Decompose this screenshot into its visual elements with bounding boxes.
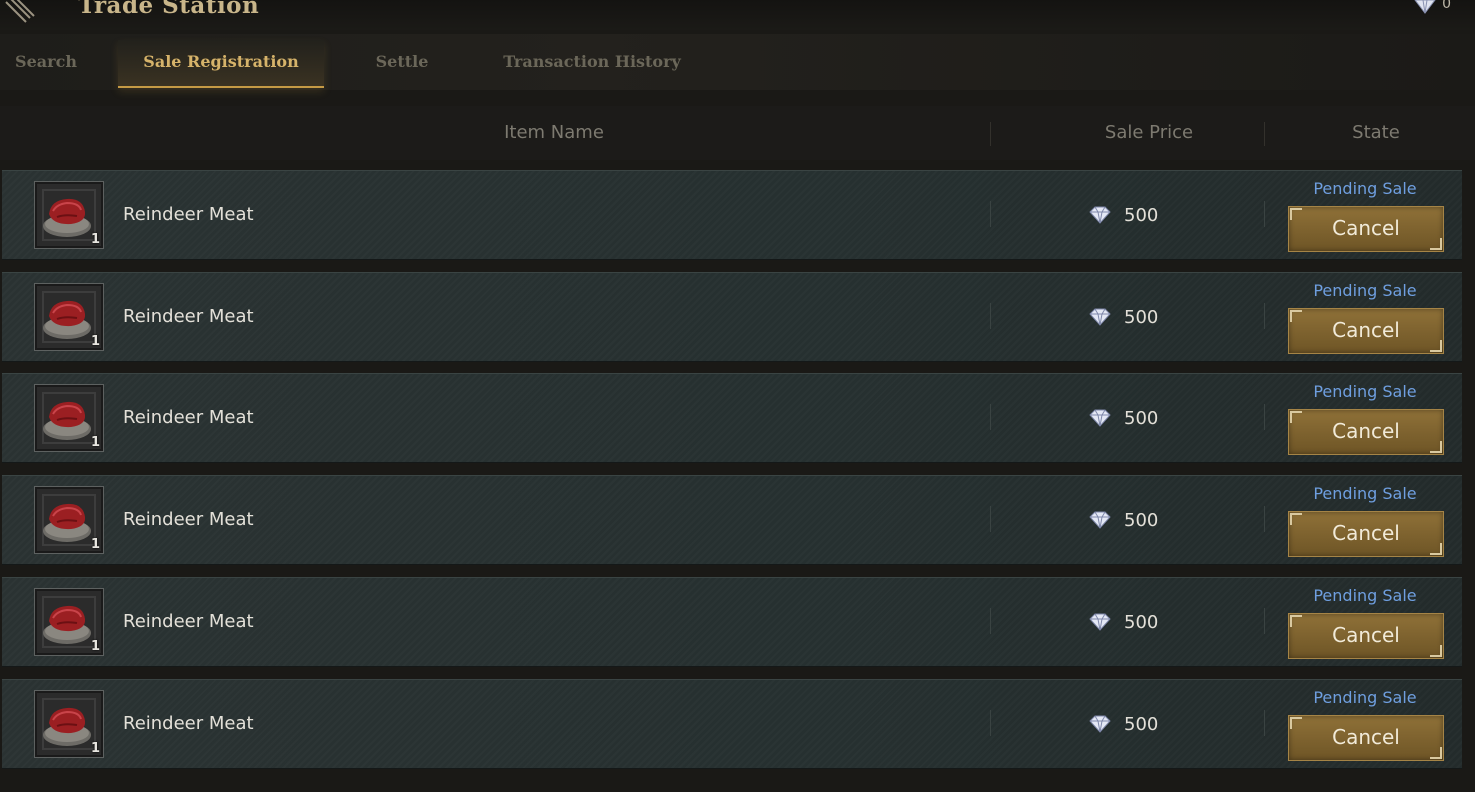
- column-divider: [990, 201, 991, 227]
- table-row[interactable]: 1 Reindeer Meat 500 Pending Sale Cancel: [2, 272, 1462, 362]
- column-divider: [990, 710, 991, 736]
- item-slot[interactable]: 1: [34, 181, 104, 249]
- menu-icon[interactable]: [4, 0, 36, 24]
- diamond-icon: [1089, 308, 1111, 326]
- column-divider: [1264, 122, 1265, 146]
- column-divider: [990, 506, 991, 532]
- cancel-button[interactable]: Cancel: [1288, 308, 1444, 354]
- item-name: Reindeer Meat: [123, 306, 254, 327]
- table-row[interactable]: 1 Reindeer Meat 500 Pending Sale Cancel: [2, 679, 1462, 769]
- item-quantity: 1: [90, 435, 100, 450]
- title-bar: Trade Station 0: [0, 0, 1475, 30]
- sale-price-value: 500: [1124, 509, 1159, 531]
- item-quantity: 1: [90, 537, 100, 552]
- cancel-button[interactable]: Cancel: [1288, 409, 1444, 455]
- sale-price: 500: [1088, 273, 1158, 361]
- currency-display: 0: [1412, 0, 1451, 14]
- diamond-icon: [1089, 715, 1111, 733]
- table-header: Item Name Sale Price State: [0, 106, 1475, 160]
- sale-price-value: 500: [1124, 306, 1159, 328]
- tab-bar: Search Sale Registration Settle Transact…: [0, 34, 1475, 90]
- state-label: Pending Sale: [1313, 688, 1417, 707]
- diamond-icon: [1089, 613, 1111, 631]
- column-divider: [1264, 201, 1265, 227]
- item-name: Reindeer Meat: [123, 713, 254, 734]
- column-divider: [1264, 404, 1265, 430]
- sale-price: 500: [1088, 578, 1158, 666]
- item-slot[interactable]: 1: [34, 588, 104, 656]
- column-divider: [990, 404, 991, 430]
- window-title: Trade Station: [78, 0, 260, 19]
- column-header-item-name[interactable]: Item Name: [120, 106, 988, 160]
- diamond-icon: [1089, 206, 1111, 224]
- tab-transaction-history[interactable]: Transaction History: [492, 40, 692, 86]
- sale-price-value: 500: [1124, 713, 1159, 735]
- state-label: Pending Sale: [1313, 586, 1417, 605]
- sale-price: 500: [1088, 476, 1158, 564]
- sale-price: 500: [1088, 680, 1158, 768]
- column-divider: [1264, 608, 1265, 634]
- state-label: Pending Sale: [1313, 484, 1417, 503]
- cancel-button[interactable]: Cancel: [1288, 715, 1444, 761]
- column-divider: [1264, 506, 1265, 532]
- cancel-button[interactable]: Cancel: [1288, 206, 1444, 252]
- cancel-button[interactable]: Cancel: [1288, 613, 1444, 659]
- column-divider: [1264, 710, 1265, 736]
- sale-price-value: 500: [1124, 611, 1159, 633]
- currency-amount: 0: [1442, 0, 1451, 12]
- table-row[interactable]: 1 Reindeer Meat 500 Pending Sale Cancel: [2, 170, 1462, 260]
- item-slot[interactable]: 1: [34, 283, 104, 351]
- diamond-icon: [1414, 0, 1436, 14]
- table-row[interactable]: 1 Reindeer Meat 500 Pending Sale Cancel: [2, 373, 1462, 463]
- column-header-state[interactable]: State: [1290, 106, 1462, 160]
- item-slot[interactable]: 1: [34, 384, 104, 452]
- item-quantity: 1: [90, 232, 100, 247]
- diamond-icon: [1089, 511, 1111, 529]
- item-slot[interactable]: 1: [34, 690, 104, 758]
- cancel-button[interactable]: Cancel: [1288, 511, 1444, 557]
- sale-price: 500: [1088, 374, 1158, 462]
- tab-settle[interactable]: Settle: [352, 40, 452, 86]
- state-label: Pending Sale: [1313, 281, 1417, 300]
- tab-search[interactable]: Search: [0, 40, 92, 86]
- item-slot[interactable]: 1: [34, 486, 104, 554]
- column-divider: [990, 303, 991, 329]
- diamond-icon: [1089, 409, 1111, 427]
- table-row[interactable]: 1 Reindeer Meat 500 Pending Sale Cancel: [2, 577, 1462, 667]
- column-divider: [990, 122, 991, 146]
- state-label: Pending Sale: [1313, 382, 1417, 401]
- column-divider: [990, 608, 991, 634]
- item-quantity: 1: [90, 334, 100, 349]
- item-name: Reindeer Meat: [123, 611, 254, 632]
- item-name: Reindeer Meat: [123, 509, 254, 530]
- state-label: Pending Sale: [1313, 179, 1417, 198]
- sale-price-value: 500: [1124, 204, 1159, 226]
- item-name: Reindeer Meat: [123, 407, 254, 428]
- column-divider: [1264, 303, 1265, 329]
- tab-sale-registration[interactable]: Sale Registration: [118, 40, 324, 88]
- sale-price-value: 500: [1124, 407, 1159, 429]
- column-header-sale-price[interactable]: Sale Price: [1034, 106, 1264, 160]
- footer: [0, 772, 1475, 792]
- item-quantity: 1: [90, 639, 100, 654]
- table-row[interactable]: 1 Reindeer Meat 500 Pending Sale Cancel: [2, 475, 1462, 565]
- sale-price: 500: [1088, 171, 1158, 259]
- item-quantity: 1: [90, 741, 100, 756]
- item-name: Reindeer Meat: [123, 204, 254, 225]
